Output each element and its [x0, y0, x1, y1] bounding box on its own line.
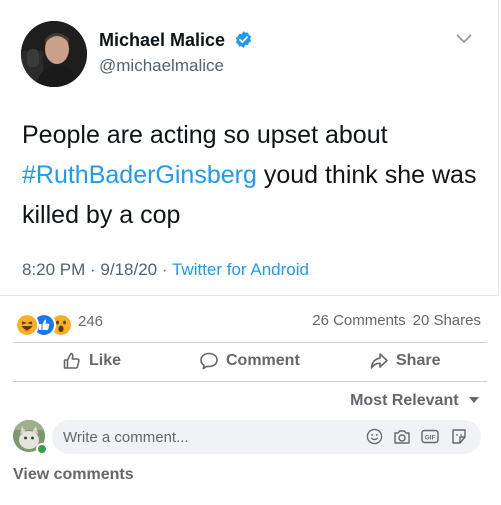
sort-label: Most Relevant — [350, 392, 459, 409]
comment-sort-dropdown[interactable]: Most Relevant — [350, 392, 479, 410]
shares-count[interactable]: 20 Shares — [413, 312, 481, 329]
comment-composer[interactable]: GIF — [52, 420, 481, 454]
meta-separator: · — [85, 260, 101, 279]
emoji-icon[interactable] — [366, 428, 383, 445]
camera-icon[interactable] — [393, 428, 411, 445]
reaction-count[interactable]: 246 — [78, 313, 103, 330]
view-comments-link[interactable]: View comments — [13, 466, 134, 484]
divider — [13, 342, 487, 343]
hashtag-link[interactable]: #RuthBaderGinsberg — [22, 161, 257, 189]
verified-badge-icon — [236, 31, 252, 48]
share-button-label: Share — [396, 352, 441, 369]
comment-button-label: Comment — [226, 352, 300, 369]
tweet-date[interactable]: 9/18/20 — [100, 260, 157, 279]
divider — [13, 381, 487, 382]
share-arrow-icon — [370, 353, 388, 369]
comment-input[interactable] — [63, 420, 343, 454]
comments-count[interactable]: 26 Comments — [312, 312, 405, 329]
tweet-text-before: People are acting so upset about — [22, 121, 388, 149]
speech-bubble-icon — [200, 352, 218, 370]
tweet-source-link[interactable]: Twitter for Android — [172, 260, 309, 279]
svg-text:GIF: GIF — [425, 435, 436, 442]
author-name-text: Michael Malice — [99, 30, 226, 50]
haha-icon — [15, 313, 39, 337]
reaction-summary[interactable] — [15, 313, 75, 337]
tweet-time[interactable]: 8:20 PM — [22, 260, 85, 279]
author-handle[interactable]: @michaelmalice — [99, 56, 224, 76]
embedded-tweet: Michael Malice @michaelmalice People are… — [0, 0, 499, 296]
caret-down-icon — [469, 397, 479, 403]
author-name[interactable]: Michael Malice — [99, 30, 253, 51]
like-button[interactable]: Like — [62, 349, 121, 373]
meta-separator: · — [157, 260, 172, 279]
sticker-icon[interactable] — [450, 428, 468, 445]
share-button[interactable]: Share — [369, 349, 440, 373]
gif-icon[interactable]: GIF — [421, 428, 439, 445]
thumbs-up-icon — [63, 352, 80, 369]
engagement-stats: 26 Comments 20 Shares — [312, 312, 481, 329]
author-avatar[interactable] — [21, 21, 87, 87]
tweet-meta: 8:20 PM · 9/18/20 · Twitter for Android — [22, 260, 309, 280]
chevron-down-icon[interactable] — [456, 34, 472, 44]
tweet-text: People are acting so upset about #RuthBa… — [22, 115, 482, 235]
online-status-indicator — [36, 443, 48, 455]
like-button-label: Like — [89, 352, 122, 369]
author-photo — [21, 21, 87, 87]
comment-button[interactable]: Comment — [199, 349, 300, 373]
post-footer: 246 26 Comments 20 Shares Like Comment Sh… — [0, 296, 501, 505]
